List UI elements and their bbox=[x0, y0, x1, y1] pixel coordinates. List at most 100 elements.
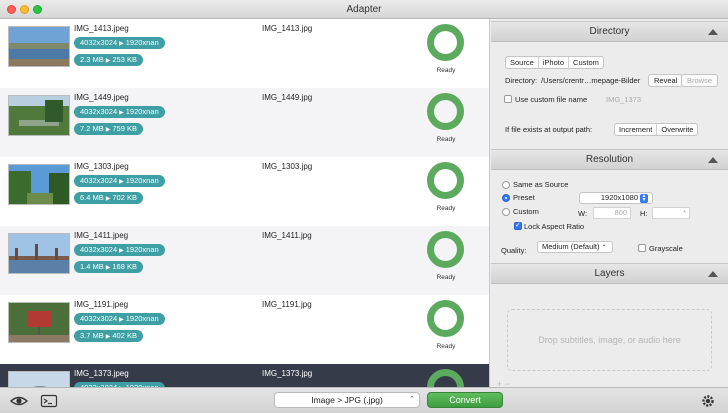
layers-drop-zone[interactable]: Drop subtitles, image, or audio here bbox=[507, 309, 712, 371]
close-window-button[interactable] bbox=[7, 5, 16, 14]
height-label: H: bbox=[640, 209, 648, 218]
thumbnail-river bbox=[8, 26, 70, 67]
collapse-triangle-icon[interactable] bbox=[708, 157, 718, 163]
lock-aspect-label: Lock Aspect Ratio bbox=[524, 222, 585, 231]
quality-label: Quality: bbox=[501, 246, 527, 255]
collapse-triangle-icon[interactable] bbox=[708, 271, 718, 277]
output-name: IMG_1413.jpg bbox=[262, 24, 313, 33]
file-exists-label: If file exists at output path: bbox=[505, 125, 593, 134]
preview-eye-icon[interactable] bbox=[9, 393, 29, 409]
output-name: IMG_1373.jpg bbox=[262, 369, 313, 378]
same-as-source-radio[interactable] bbox=[502, 181, 510, 189]
thumbnail-sign bbox=[8, 302, 70, 343]
file-row[interactable]: IMG_1191.jpeg 4032x3024 ▶ 1920xnan 3.7 MB ▶… bbox=[0, 295, 489, 364]
arrow-right-icon: ▶ bbox=[105, 334, 111, 340]
thumbnail-park bbox=[8, 95, 70, 136]
collapse-triangle-icon[interactable] bbox=[708, 29, 718, 35]
layers-header-label: Layers bbox=[594, 268, 625, 279]
arrow-right-icon: ▶ bbox=[105, 127, 111, 133]
window-title: Adapter bbox=[346, 4, 382, 15]
terminal-log-icon[interactable] bbox=[40, 393, 58, 409]
directory-section-header[interactable]: Directory bbox=[491, 21, 728, 42]
reveal-button[interactable]: Reveal bbox=[648, 74, 684, 87]
status-label: Ready bbox=[436, 343, 456, 350]
arrow-right-icon: ▶ bbox=[119, 41, 124, 47]
increment-option[interactable]: Increment bbox=[615, 124, 658, 135]
arrow-right-icon: ▶ bbox=[119, 179, 124, 185]
quality-select[interactable]: Medium (Default) ⌃ bbox=[537, 241, 613, 253]
overwrite-option[interactable]: Overwrite bbox=[657, 124, 697, 135]
ready-ring-icon bbox=[427, 24, 464, 61]
custom-name-label: Use custom file name bbox=[515, 95, 588, 104]
ready-ring-icon bbox=[427, 162, 464, 199]
custom-tab[interactable]: Custom bbox=[569, 57, 603, 68]
file-row-selected[interactable]: IMG_1373.jpeg 4032x3024▶1920xnan IMG_137… bbox=[0, 364, 489, 387]
updown-chevron-icon: ⌃ bbox=[601, 245, 607, 251]
settings-panel: Directory Source iPhoto Custom Directory… bbox=[491, 19, 728, 389]
ready-ring-icon bbox=[427, 93, 464, 130]
output-name: IMG_1411.jpg bbox=[262, 231, 312, 240]
resolution-badge: 4032x3024▶1920xnan bbox=[74, 244, 165, 256]
lock-aspect-checkbox[interactable] bbox=[514, 221, 522, 230]
preset-radio[interactable] bbox=[502, 194, 510, 202]
grayscale-checkbox[interactable] bbox=[638, 244, 646, 252]
custom-name-input[interactable]: IMG_1373 bbox=[606, 95, 641, 104]
bottom-toolbar: Image > JPG (.jpg) ⌃ Convert bbox=[0, 387, 728, 413]
convert-button[interactable]: Convert bbox=[427, 392, 503, 408]
resolution-badge: 4032x3024▶1920xnan bbox=[74, 175, 165, 187]
layers-section-header[interactable]: Layers bbox=[491, 263, 728, 284]
thumbnail-arch bbox=[8, 371, 70, 387]
directory-label: Directory: bbox=[505, 76, 538, 85]
custom-label: Custom bbox=[513, 207, 539, 216]
status-label: Ready bbox=[436, 136, 456, 143]
size-badge: 6.4 MB ▶ 702 KB bbox=[74, 192, 143, 204]
resolution-badge: 4032x3024▶1920xnan bbox=[74, 313, 165, 325]
size-badge: 7.2 MB ▶ 759 KB bbox=[74, 123, 143, 135]
source-tab[interactable]: Source bbox=[506, 57, 539, 68]
source-segmented-control[interactable]: Source iPhoto Custom bbox=[505, 56, 604, 69]
drop-zone-text: Drop subtitles, image, or audio here bbox=[538, 335, 681, 345]
status-label: Ready bbox=[436, 274, 456, 281]
browse-button[interactable]: Browse bbox=[681, 74, 719, 87]
resolution-badge: 4032x3024▶1920xnan bbox=[74, 37, 165, 49]
preset-label: Preset bbox=[513, 193, 535, 202]
height-input[interactable]: * bbox=[652, 207, 690, 219]
iphoto-tab[interactable]: iPhoto bbox=[539, 57, 570, 68]
size-badge: 1.4 MB ▶ 168 KB bbox=[74, 261, 143, 273]
directory-path: /Users/crentr…mepage-Bilder bbox=[541, 76, 641, 85]
thumbnail-bridge bbox=[8, 233, 70, 274]
arrow-right-icon: ▶ bbox=[119, 248, 124, 254]
zoom-window-button[interactable] bbox=[33, 5, 42, 14]
arrow-right-icon: ▶ bbox=[105, 196, 111, 202]
file-name: IMG_1449.jpeg bbox=[74, 93, 129, 102]
output-name: IMG_1191.jpg bbox=[262, 300, 312, 309]
file-row[interactable]: IMG_1449.jpeg 4032x3024 ▶ 1920xnan 7.2 MB ▶… bbox=[0, 88, 489, 157]
file-row[interactable]: IMG_1413.jpeg 4032x3024 ▶ 1920xnan 2.3 MB ▶… bbox=[0, 19, 489, 88]
file-name: IMG_1303.jpeg bbox=[74, 162, 129, 171]
stepper-arrows-icon: ▲ ▼ bbox=[640, 192, 648, 203]
grayscale-label: Grayscale bbox=[649, 244, 683, 253]
size-badge: 2.3 MB ▶ 253 KB bbox=[74, 54, 143, 66]
gear-icon[interactable] bbox=[700, 393, 718, 409]
width-input[interactable]: 800 bbox=[593, 207, 631, 219]
arrow-right-icon: ▶ bbox=[119, 317, 124, 323]
directory-header-label: Directory bbox=[589, 26, 630, 37]
output-format-select[interactable]: Image > JPG (.jpg) ⌃ bbox=[274, 392, 420, 408]
file-exists-segmented-control[interactable]: Increment Overwrite bbox=[614, 123, 699, 136]
output-name: IMG_1303.jpg bbox=[262, 162, 313, 171]
arrow-right-icon: ▶ bbox=[119, 110, 124, 116]
file-name: IMG_1411.jpeg bbox=[74, 231, 129, 240]
custom-name-checkbox[interactable] bbox=[504, 95, 512, 103]
file-row[interactable]: IMG_1411.jpeg 4032x3024 ▶ 1920xnan 1.4 MB ▶… bbox=[0, 226, 489, 295]
ready-ring-icon bbox=[427, 231, 464, 268]
preset-select[interactable]: 1920x1080 ▲ ▼ bbox=[579, 192, 653, 204]
ready-ring-icon bbox=[427, 369, 464, 387]
file-list[interactable]: IMG_1413.jpeg 4032x3024 ▶ 1920xnan 2.3 MB ▶… bbox=[0, 19, 490, 387]
file-row[interactable]: IMG_1303.jpeg 4032x3024 ▶ 1920xnan 6.4 MB ▶… bbox=[0, 157, 489, 226]
resolution-section-header[interactable]: Resolution bbox=[491, 149, 728, 170]
status-label: Ready bbox=[436, 205, 456, 212]
output-name: IMG_1449.jpg bbox=[262, 93, 313, 102]
file-name: IMG_1413.jpeg bbox=[74, 24, 129, 33]
minimize-window-button[interactable] bbox=[20, 5, 29, 14]
custom-radio[interactable] bbox=[502, 208, 510, 216]
